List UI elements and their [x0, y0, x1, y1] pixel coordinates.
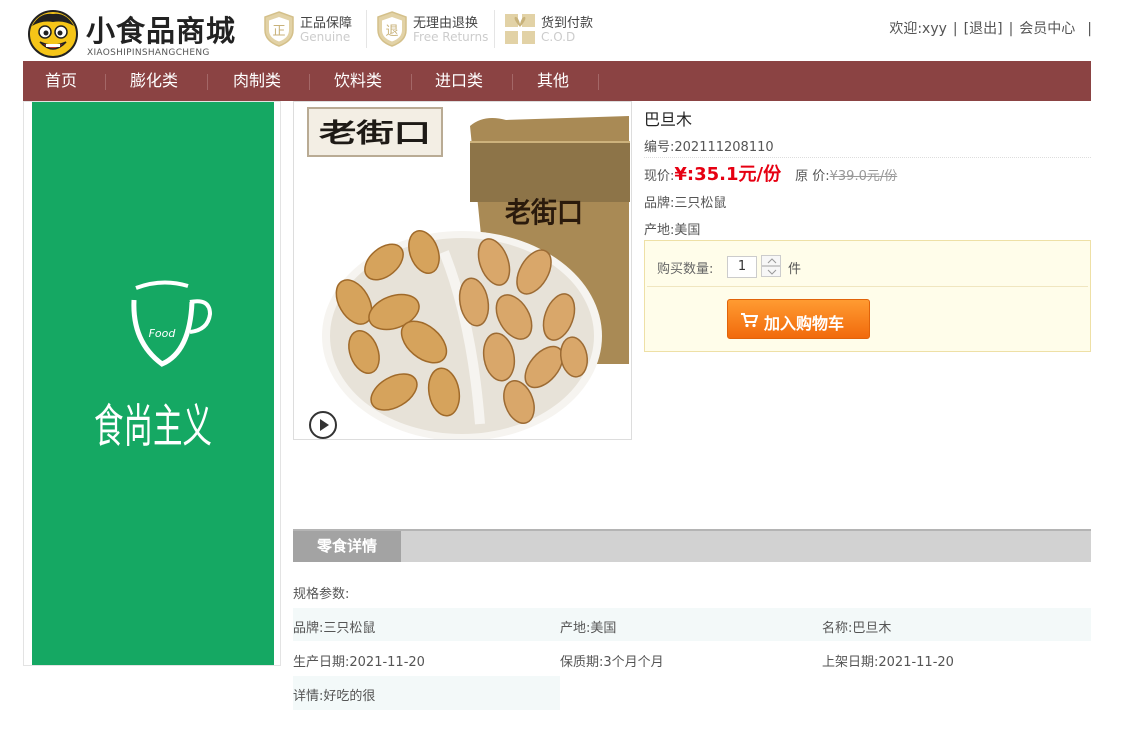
badge-subtitle: C.O.D [541, 30, 576, 44]
spec-description: 详情:好吃的很 [293, 689, 376, 704]
current-price: ¥:35.1元/份 [674, 164, 782, 185]
user-bar: 欢迎:xyy | [退出] | 会员中心 | [889, 21, 1092, 37]
spec-listing-date: 上架日期:2021-11-20 [822, 655, 954, 670]
tab-snack-details[interactable]: 零食详情 [293, 531, 401, 562]
spec-label: 规格参数: [293, 587, 350, 602]
product-origin: 产地:美国 [644, 223, 701, 238]
cart-icon [741, 313, 758, 328]
nav-divider [411, 74, 412, 90]
nav-item-puffed[interactable]: 膨化类 [130, 61, 178, 101]
nav-item-other[interactable]: 其他 [537, 61, 569, 101]
mascot-logo-icon [28, 10, 78, 58]
nav-divider [207, 74, 208, 90]
almond-photo: 老街口 老街口 [294, 102, 631, 439]
nav-item-imported[interactable]: 进口类 [435, 61, 483, 101]
banner-logo-text: 食尚主义 [94, 399, 212, 453]
gift-box-icon [505, 14, 535, 44]
nav-item-meat[interactable]: 肉制类 [233, 61, 281, 101]
logout-link[interactable]: [退出] [964, 21, 1003, 37]
quantity-label: 购买数量: [657, 262, 714, 277]
badge-genuine: 正 正品保障 Genuine [262, 10, 362, 48]
logo-subtitle: XIAOSHIPINSHANGCHENG [87, 48, 210, 58]
badge-divider [366, 10, 367, 48]
add-to-cart-label: 加入购物车 [764, 314, 845, 333]
main-nav: 首页 膨化类 肉制类 饮料类 进口类 其他 [23, 61, 1091, 101]
buy-divider [647, 286, 1088, 287]
spec-brand: 品牌:三只松鼠 [293, 621, 376, 636]
nav-divider [512, 74, 513, 90]
nav-divider [309, 74, 310, 90]
badge-title: 无理由退换 [413, 16, 479, 31]
product-code: 编号:202111208110 [644, 140, 774, 155]
svg-text:老街口: 老街口 [319, 119, 431, 149]
quantity-increase-button[interactable] [761, 255, 781, 266]
nav-item-home[interactable]: 首页 [45, 61, 77, 101]
product-brand: 品牌:三只松鼠 [644, 196, 727, 211]
original-price: ¥39.0元/份 [829, 169, 898, 184]
quantity-input[interactable]: 1 [727, 256, 757, 278]
details-tab-bar: 零食详情 [293, 529, 1091, 562]
product-name: 巴旦木 [644, 110, 693, 129]
badge-free-returns: 退 无理由退换 Free Returns [375, 10, 490, 48]
buy-box: 购买数量: 1 件 加入购物车 [644, 240, 1091, 352]
info-divider [644, 157, 1091, 158]
badge-subtitle: Genuine [300, 30, 351, 44]
chevron-down-icon [767, 269, 777, 275]
food-brand-logo-image: Food 食尚主义 [94, 280, 213, 453]
logo-title: 小食品商城 [86, 14, 237, 48]
badge-divider [494, 10, 495, 48]
site-logo[interactable]: 小食品商城 XIAOSHIPINSHANGCHENG [26, 6, 235, 60]
price-row: 现价:¥:35.1元/份原 价:¥39.0元/份 [644, 160, 897, 186]
chevron-up-icon [767, 258, 777, 264]
svg-text:退: 退 [385, 24, 398, 39]
badge-subtitle: Free Returns [413, 30, 489, 44]
nav-divider [598, 74, 599, 90]
spec-shelf-life: 保质期:3个月个月 [560, 655, 664, 670]
price-label: 现价: [644, 169, 675, 184]
quantity-unit: 件 [788, 262, 802, 277]
badge-title: 正品保障 [300, 16, 353, 31]
spec-name: 名称:巴旦木 [822, 621, 892, 636]
quantity-decrease-button[interactable] [761, 266, 781, 277]
original-price-label: 原 价: [795, 169, 830, 184]
nav-item-drinks[interactable]: 饮料类 [334, 61, 382, 101]
svg-text:正: 正 [272, 24, 285, 39]
spec-production-date: 生产日期:2021-11-20 [293, 655, 425, 670]
spec-row-background [293, 608, 1091, 641]
left-ad-panel: Food 食尚主义 [23, 101, 281, 666]
nav-divider [105, 74, 106, 90]
genuine-shield-icon: 正 [264, 11, 294, 47]
spec-origin: 产地:美国 [560, 621, 617, 636]
badge-cod: 货到付款 C.O.D [503, 10, 603, 48]
svg-text:老街口: 老街口 [505, 196, 583, 229]
product-image[interactable]: 老街口 老街口 [293, 101, 632, 440]
welcome-link[interactable]: 欢迎:xyy [889, 21, 947, 37]
svg-text:Food: Food [149, 327, 177, 340]
ad-banner[interactable]: Food 食尚主义 [32, 102, 274, 665]
play-video-icon[interactable] [308, 410, 338, 440]
return-shield-icon: 退 [377, 11, 407, 47]
member-center-link[interactable]: 会员中心 [1019, 21, 1075, 37]
add-to-cart-button[interactable]: 加入购物车 [727, 299, 870, 339]
badge-title: 货到付款 [541, 16, 594, 31]
